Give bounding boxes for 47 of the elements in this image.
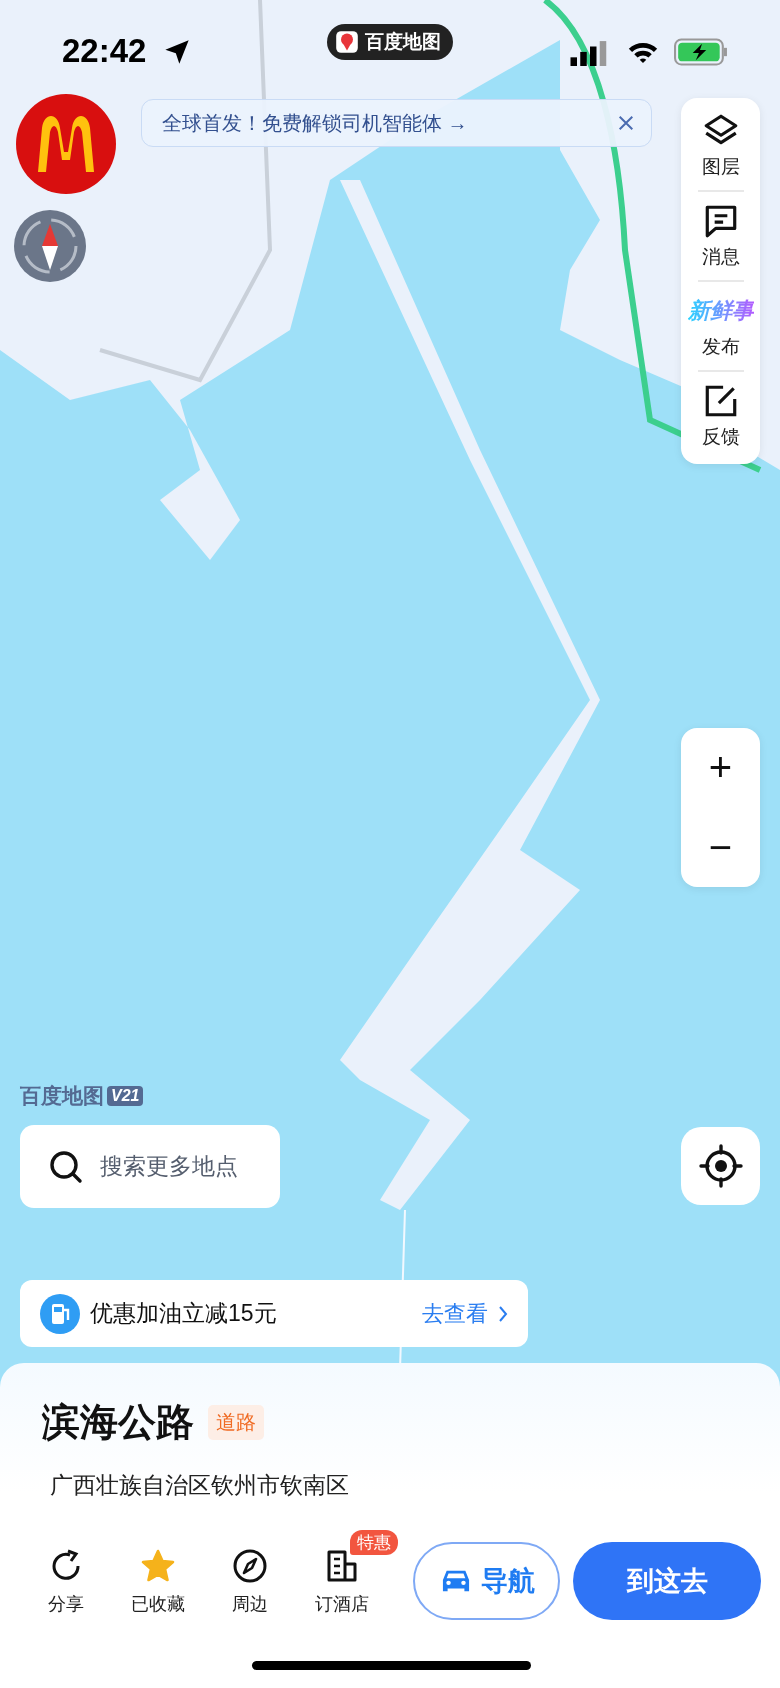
zoom-in-button[interactable]: + bbox=[681, 728, 760, 808]
tool-label: 发布 bbox=[701, 335, 740, 359]
go-button[interactable]: 到这去 bbox=[573, 1542, 761, 1620]
promo-banner[interactable]: 全球首发！免费解锁司机智能体 → bbox=[141, 99, 652, 147]
tool-label: 反馈 bbox=[701, 425, 740, 449]
banner-text: 全球首发！免费解锁司机智能体 → bbox=[162, 110, 468, 136]
place-title: 滨海公路 bbox=[42, 1400, 194, 1445]
action-button[interactable]: 周边 bbox=[204, 1542, 296, 1622]
chevron-right-icon bbox=[498, 1304, 508, 1323]
action-label: 分享 bbox=[48, 1593, 84, 1616]
action-button[interactable]: 分享 bbox=[20, 1542, 112, 1622]
deal-badge: 特惠 bbox=[350, 1530, 398, 1555]
navigate-label: 导航 bbox=[480, 1565, 535, 1598]
close-icon[interactable] bbox=[617, 114, 635, 132]
navigate-button[interactable]: 导航 bbox=[413, 1542, 560, 1620]
locate-button[interactable] bbox=[681, 1127, 760, 1205]
compass-icon[interactable] bbox=[14, 210, 86, 282]
locate-icon bbox=[698, 1144, 743, 1188]
search-field[interactable]: 搜索更多地点 bbox=[98, 1152, 272, 1181]
tool-label: 图层 bbox=[701, 155, 740, 179]
place-address: 广西壮族自治区钦州市钦南区 bbox=[49, 1471, 350, 1500]
action-label: 订酒店 bbox=[315, 1593, 369, 1616]
fuel-promo[interactable]: 优惠加油立减15元 去查看 bbox=[20, 1280, 528, 1347]
app-logo-icon bbox=[335, 30, 359, 54]
promo-link[interactable]: 去查看 bbox=[422, 1298, 488, 1329]
tool-button[interactable]: 反馈 bbox=[701, 378, 740, 454]
tool-button[interactable]: 消息 bbox=[701, 198, 740, 274]
search-bar[interactable]: 搜索更多地点 bbox=[20, 1125, 280, 1208]
place-tag: 道路 bbox=[208, 1405, 264, 1440]
zoom-out-button[interactable]: − bbox=[681, 807, 760, 887]
tool-button[interactable]: 图层 bbox=[701, 108, 740, 184]
map-logo: 百度地图 bbox=[20, 1083, 104, 1109]
search-icon bbox=[48, 1148, 84, 1185]
battery-icon bbox=[674, 38, 728, 66]
map-version: V21 bbox=[107, 1086, 144, 1106]
fuel-pump-icon bbox=[40, 1293, 80, 1334]
tool-label: 消息 bbox=[701, 245, 740, 269]
location-arrow-icon bbox=[163, 38, 191, 66]
action-label: 已收藏 bbox=[131, 1593, 185, 1616]
action-button[interactable]: 已收藏 bbox=[112, 1542, 204, 1622]
action-label: 周边 bbox=[232, 1593, 268, 1616]
restaurant-logo-icon[interactable] bbox=[16, 94, 116, 194]
tool-button[interactable]: 新鲜事 发布 bbox=[687, 288, 754, 364]
app-pill-label: 百度地图 bbox=[365, 30, 441, 54]
promo-text: 优惠加油立减15元 bbox=[90, 1299, 278, 1328]
status-time: 22:42 bbox=[62, 32, 147, 70]
wifi-icon bbox=[626, 40, 660, 64]
